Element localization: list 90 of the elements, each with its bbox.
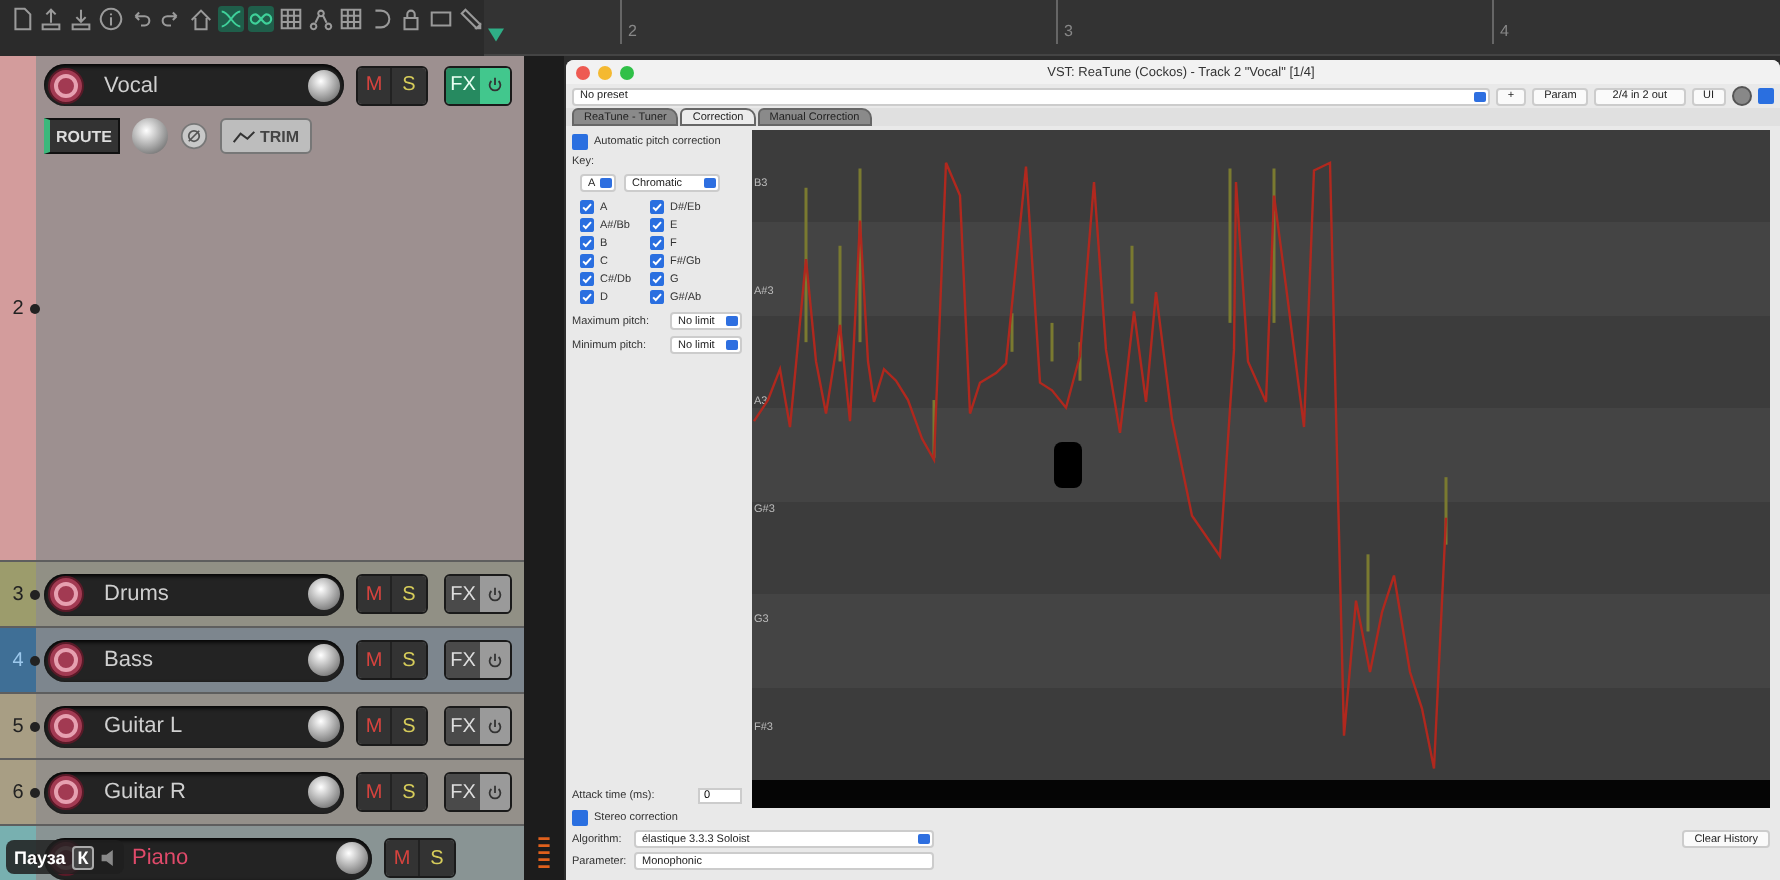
record-arm-button[interactable] xyxy=(48,642,84,678)
power-icon xyxy=(486,76,504,94)
route-button[interactable]: ROUTE xyxy=(44,118,120,154)
fx-button[interactable]: FX xyxy=(446,642,480,678)
fx-button[interactable]: FX xyxy=(446,576,480,612)
track-number: 4 xyxy=(12,649,24,671)
loop-icon[interactable] xyxy=(248,6,274,32)
fx-bypass-button[interactable] xyxy=(480,576,510,612)
house-icon[interactable] xyxy=(188,6,214,32)
download-icon[interactable] xyxy=(68,6,94,32)
solo-button[interactable]: S xyxy=(392,642,426,678)
track-dot xyxy=(30,304,40,314)
pointer-marker xyxy=(1054,442,1082,488)
note-checkbox[interactable] xyxy=(580,200,594,214)
note-checkbox[interactable] xyxy=(650,254,664,268)
note-checkbox[interactable] xyxy=(650,290,664,304)
track-number: 5 xyxy=(12,715,24,737)
track-dot xyxy=(30,656,40,666)
record-arm-button[interactable] xyxy=(48,774,84,810)
track-name[interactable]: Guitar R xyxy=(84,780,308,804)
volume-knob[interactable] xyxy=(336,842,368,874)
fx-button[interactable]: FX xyxy=(446,708,480,744)
fx-bypass-button[interactable] xyxy=(480,774,510,810)
volume-knob[interactable] xyxy=(308,578,340,610)
note-checkbox[interactable] xyxy=(580,218,594,232)
note-checkbox[interactable] xyxy=(650,200,664,214)
track-dot xyxy=(30,590,40,600)
document-icon[interactable] xyxy=(8,6,34,32)
power-icon xyxy=(486,717,504,735)
volume-knob[interactable] xyxy=(308,69,340,101)
fx-bypass-button[interactable] xyxy=(480,67,510,103)
track-number: 3 xyxy=(12,583,24,605)
note-checkbox[interactable] xyxy=(650,272,664,286)
fx-button[interactable]: FX xyxy=(446,67,480,103)
fx-bypass-button[interactable] xyxy=(480,642,510,678)
settings-icon[interactable] xyxy=(1732,86,1752,106)
track-dot xyxy=(30,788,40,798)
grid-icon[interactable] xyxy=(278,6,304,32)
enable-checkbox[interactable] xyxy=(1758,88,1774,104)
pause-label: Пауза xyxy=(14,847,66,867)
track-name[interactable]: Vocal xyxy=(84,73,308,97)
ruler-mark: 3 xyxy=(1056,0,1492,44)
track-number: 6 xyxy=(12,781,24,803)
solo-button[interactable]: S xyxy=(420,840,454,876)
note-checkbox[interactable] xyxy=(650,218,664,232)
note-checkbox[interactable] xyxy=(650,236,664,250)
fx-bypass-button[interactable] xyxy=(480,708,510,744)
record-arm-button[interactable] xyxy=(48,67,84,103)
record-arm-button[interactable] xyxy=(48,576,84,612)
power-icon xyxy=(486,783,504,801)
note-checkbox[interactable] xyxy=(580,254,594,268)
speaker-icon xyxy=(100,847,117,867)
envelope-icon xyxy=(232,129,256,143)
fx-button[interactable]: FX xyxy=(446,774,480,810)
track-number: 2 xyxy=(12,297,24,319)
lock-icon[interactable] xyxy=(398,6,424,32)
volume-knob[interactable] xyxy=(308,776,340,808)
solo-button[interactable]: S xyxy=(392,67,426,103)
pan-knob[interactable] xyxy=(132,118,168,154)
checkbox[interactable] xyxy=(572,810,588,826)
playhead-marker[interactable] xyxy=(488,28,504,42)
solo-button[interactable]: S xyxy=(392,708,426,744)
trim-button[interactable]: TRIM xyxy=(220,118,312,154)
record-arm-button[interactable] xyxy=(48,708,84,744)
note-checkbox[interactable] xyxy=(580,272,594,286)
info-icon[interactable] xyxy=(98,6,124,32)
power-icon xyxy=(486,651,504,669)
volume-knob[interactable] xyxy=(308,644,340,676)
power-icon xyxy=(486,585,504,603)
track-name[interactable]: Guitar L xyxy=(84,714,308,738)
ruler-mark: 4 xyxy=(1492,0,1780,44)
note-checkbox[interactable] xyxy=(580,236,594,250)
solo-button[interactable]: S xyxy=(392,576,426,612)
checkbox[interactable] xyxy=(572,134,588,150)
note-checkbox[interactable] xyxy=(580,290,594,304)
track-dot xyxy=(30,722,40,732)
phase-icon[interactable] xyxy=(180,122,208,150)
volume-knob[interactable] xyxy=(308,710,340,742)
crossfade-icon[interactable] xyxy=(218,6,244,32)
upload-icon[interactable] xyxy=(38,6,64,32)
solo-button[interactable]: S xyxy=(392,774,426,810)
track-name[interactable]: Drums xyxy=(84,582,308,606)
track-name[interactable]: Bass xyxy=(84,648,308,672)
nodes-icon[interactable] xyxy=(308,6,334,32)
pencil-icon[interactable] xyxy=(458,6,484,32)
ruler-mark: 2 xyxy=(620,0,1056,44)
rect-icon[interactable] xyxy=(428,6,454,32)
grid-icon[interactable] xyxy=(338,6,364,32)
close-button[interactable] xyxy=(576,65,590,79)
key-cap: К xyxy=(71,845,95,869)
